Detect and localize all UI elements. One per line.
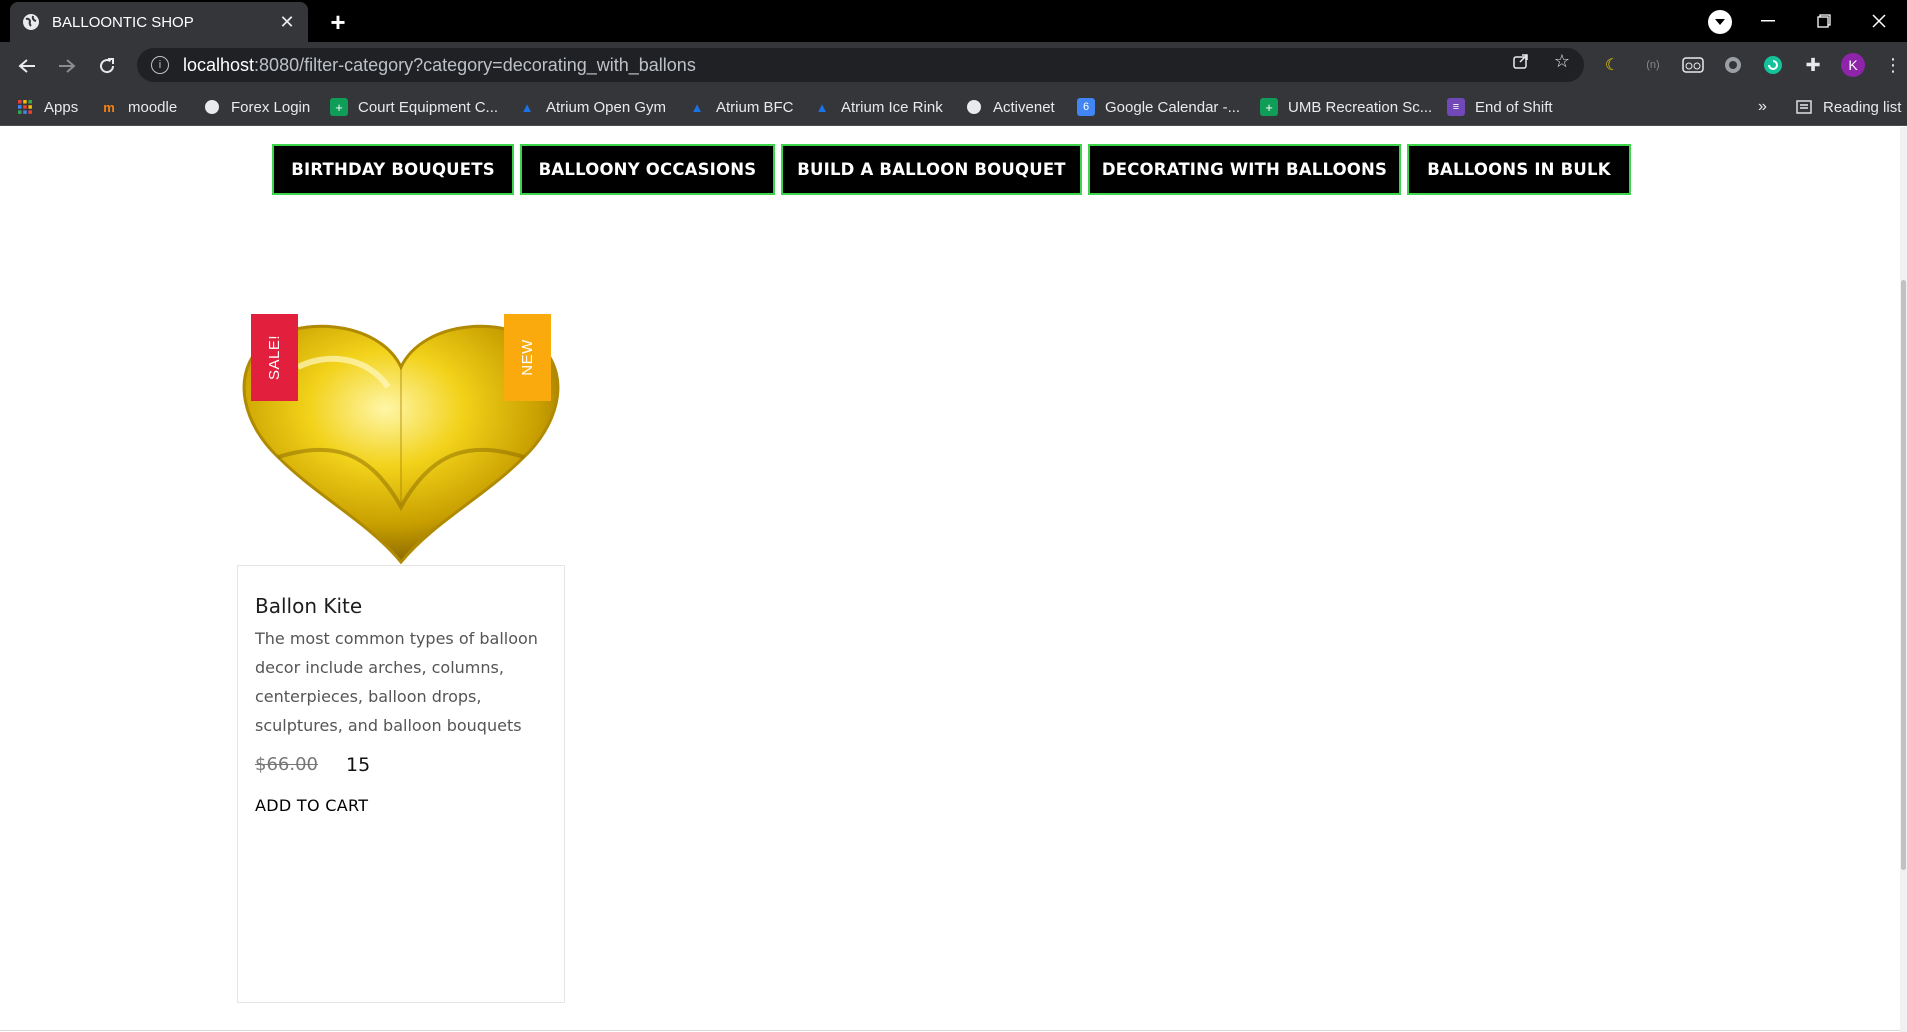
sheets-icon: + bbox=[330, 98, 348, 116]
close-window-icon[interactable] bbox=[1851, 0, 1907, 42]
globe-icon bbox=[22, 13, 40, 31]
extensions-puzzle-icon[interactable]: ✚ bbox=[1800, 52, 1826, 78]
back-icon[interactable] bbox=[11, 50, 43, 82]
url-path: :8080/filter-category?category=decoratin… bbox=[254, 54, 696, 75]
bookmark-label: End of Shift bbox=[1475, 98, 1553, 116]
scrollbar-thumb[interactable] bbox=[1901, 280, 1906, 870]
category-balloony-occasions[interactable]: BALLOONY OCCASIONS bbox=[520, 144, 775, 195]
category-nav: BIRTHDAY BOUQUETS BALLOONY OCCASIONS BUI… bbox=[272, 144, 1631, 195]
close-tab-icon[interactable]: ✕ bbox=[278, 12, 296, 32]
divider bbox=[0, 1030, 1900, 1031]
category-build-a-balloon-bouquet[interactable]: BUILD A BALLOON BOUQUET bbox=[781, 144, 1082, 195]
sheets-icon: + bbox=[1260, 98, 1278, 116]
bookmark-star-icon[interactable]: ☆ bbox=[1550, 49, 1574, 73]
bookmarks-overflow-button[interactable]: » bbox=[1758, 96, 1767, 118]
apps-grid-icon bbox=[16, 98, 34, 116]
glasses-extension-icon[interactable] bbox=[1680, 52, 1706, 78]
bookmark-google-calendar[interactable]: 6 Google Calendar -... bbox=[1077, 96, 1240, 118]
bookmark-moodle[interactable]: m moodle bbox=[100, 96, 177, 118]
bookmark-label: Google Calendar -... bbox=[1105, 98, 1241, 116]
site-info-icon[interactable]: i bbox=[151, 56, 169, 74]
bookmark-label: UMB Recreation Sc... bbox=[1288, 98, 1433, 116]
reading-list-button[interactable]: Reading list bbox=[1795, 96, 1901, 118]
circle-extension-icon[interactable] bbox=[1720, 52, 1746, 78]
browser-tab[interactable]: BALLOONTIC SHOP ✕ bbox=[10, 2, 308, 42]
bookmark-label: Apps bbox=[44, 98, 79, 116]
bookmark-end-of-shift[interactable]: ≡ End of Shift bbox=[1447, 96, 1553, 118]
page-scrollbar[interactable] bbox=[1900, 127, 1907, 1032]
share-icon[interactable] bbox=[1509, 49, 1533, 73]
activenet-icon: ▲ bbox=[520, 99, 534, 115]
activenet-icon: ▲ bbox=[815, 99, 829, 115]
dark-mode-extension-icon[interactable]: ☾ bbox=[1599, 52, 1625, 78]
browser-toolbar: i localhost:8080/filter-category?categor… bbox=[0, 42, 1907, 88]
new-badge: NEW bbox=[504, 314, 551, 401]
profile-initial: K bbox=[1841, 53, 1865, 77]
new-tab-button[interactable]: + bbox=[324, 7, 352, 37]
reading-list-label: Reading list bbox=[1823, 98, 1902, 116]
profile-avatar[interactable]: K bbox=[1840, 52, 1866, 78]
moodle-icon: m bbox=[103, 99, 115, 115]
bookmark-atrium-open-gym[interactable]: ▲ Atrium Open Gym bbox=[518, 96, 666, 118]
globe-icon bbox=[203, 98, 221, 116]
product-description: The most common types of balloon decor i… bbox=[255, 629, 538, 735]
forward-icon[interactable] bbox=[51, 50, 83, 82]
calendar-icon: 6 bbox=[1077, 98, 1095, 116]
tab-strip: BALLOONTIC SHOP ✕ + bbox=[0, 0, 1907, 42]
category-decorating-with-balloons[interactable]: DECORATING WITH BALLOONS bbox=[1088, 144, 1401, 195]
product-old-price: $66.00 bbox=[255, 754, 318, 775]
product-price: 15 bbox=[346, 754, 371, 776]
web-page: BIRTHDAY BOUQUETS BALLOONY OCCASIONS BUI… bbox=[0, 127, 1900, 1032]
bookmark-atrium-ice-rink[interactable]: ▲ Atrium Ice Rink bbox=[813, 96, 943, 118]
add-to-cart-button[interactable]: ADD TO CART bbox=[255, 796, 368, 815]
product-name[interactable]: Ballon Kite bbox=[255, 594, 362, 618]
bookmark-label: Atrium Ice Rink bbox=[841, 98, 943, 116]
bookmark-label: Atrium Open Gym bbox=[546, 98, 667, 116]
bookmark-label: Activenet bbox=[993, 98, 1055, 116]
category-balloons-in-bulk[interactable]: BALLOONS IN BULK bbox=[1407, 144, 1631, 195]
bookmark-court-equipment[interactable]: + Court Equipment C... bbox=[330, 96, 498, 118]
bookmark-umb-recreation[interactable]: + UMB Recreation Sc... bbox=[1260, 96, 1432, 118]
bookmarks-bar: Apps m moodle Forex Login + Court Equipm… bbox=[0, 88, 1907, 126]
bookmark-label: moodle bbox=[128, 98, 178, 116]
minimize-icon[interactable] bbox=[1740, 0, 1796, 42]
bookmark-forex-login[interactable]: Forex Login bbox=[203, 96, 310, 118]
url-host: localhost bbox=[183, 54, 255, 75]
grammarly-extension-icon[interactable] bbox=[1760, 52, 1786, 78]
menu-kebab-icon[interactable]: ⋮ bbox=[1880, 52, 1906, 78]
extension-icon[interactable]: (n) bbox=[1640, 52, 1666, 78]
bookmark-activenet[interactable]: Activenet bbox=[965, 96, 1055, 118]
sale-badge-label: SALE! bbox=[266, 334, 283, 381]
reading-list-icon bbox=[1795, 98, 1813, 116]
bookmark-label: Atrium BFC bbox=[716, 98, 794, 116]
category-birthday-bouquets[interactable]: BIRTHDAY BOUQUETS bbox=[272, 144, 514, 195]
activenet-icon: ▲ bbox=[690, 99, 704, 115]
bookmark-apps[interactable]: Apps bbox=[16, 96, 78, 118]
tab-search-icon[interactable] bbox=[1708, 10, 1732, 34]
bookmark-label: Court Equipment C... bbox=[358, 98, 499, 116]
restore-icon[interactable] bbox=[1796, 0, 1852, 42]
bookmark-atrium-bfc[interactable]: ▲ Atrium BFC bbox=[688, 96, 794, 118]
globe-icon bbox=[965, 98, 983, 116]
sale-badge: SALE! bbox=[251, 314, 298, 401]
tab-title: BALLOONTIC SHOP bbox=[52, 13, 194, 31]
reload-icon[interactable] bbox=[91, 50, 123, 82]
new-badge-label: NEW bbox=[519, 339, 536, 376]
forms-icon: ≡ bbox=[1447, 98, 1465, 116]
bookmark-label: Forex Login bbox=[231, 98, 311, 116]
address-bar[interactable]: i localhost:8080/filter-category?categor… bbox=[137, 48, 1584, 82]
